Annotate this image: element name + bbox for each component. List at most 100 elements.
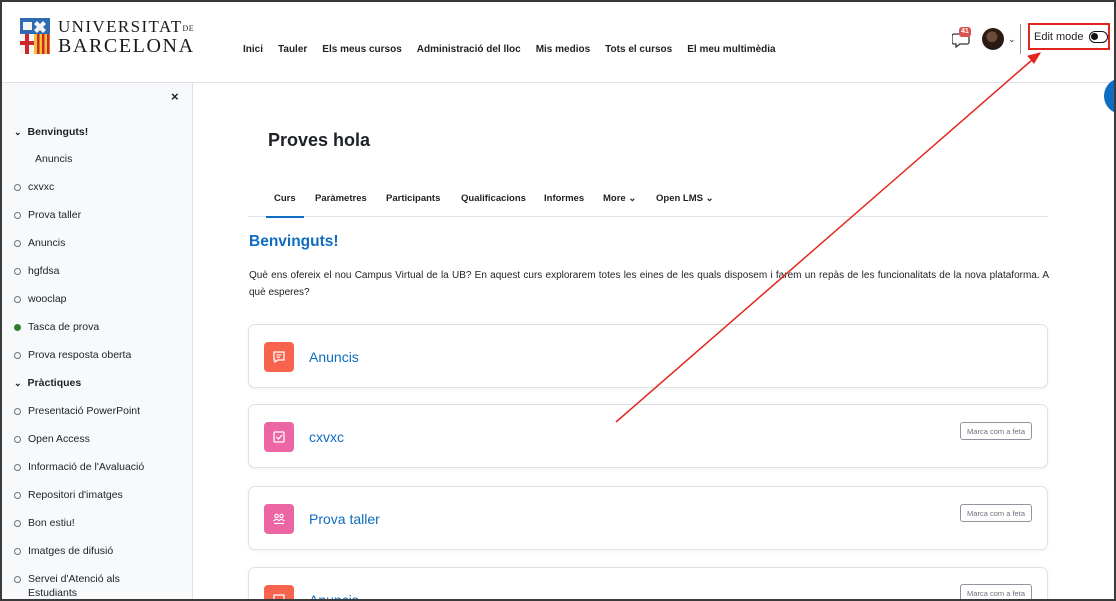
course-index-drawer: × ⌄ Benvinguts! Anuncis cxvxc Prova talle…: [2, 83, 193, 599]
edit-mode-toggle[interactable]: Edit mode: [1028, 23, 1110, 50]
tab-informes[interactable]: Informes: [544, 193, 584, 204]
sidebar-item-anuncis[interactable]: Anuncis: [35, 153, 72, 165]
incomplete-icon: [14, 183, 21, 191]
app-window: UNIVERSITATDE BARCELONA Inici Tauler Els…: [0, 0, 1116, 601]
nav-link-tauler[interactable]: Tauler: [278, 44, 307, 55]
sidebar-item-repositori[interactable]: Repositori d'imatges: [14, 489, 123, 501]
sidebar-item-label: hgfdsa: [28, 265, 60, 277]
message-count-badge: 41: [959, 27, 971, 37]
sidebar-item-label: Prova taller: [28, 209, 82, 221]
sidebar-section-label: Benvinguts!: [27, 126, 89, 138]
course-tabs: Curs Paràmetres Participants Qualificaci…: [248, 183, 1048, 218]
sidebar-item-label: Open Access: [28, 433, 90, 445]
sidebar-item-prova-resposta-oberta[interactable]: Prova resposta oberta: [14, 349, 131, 361]
sidebar-item-label: Imatges de difusió: [28, 545, 114, 557]
nav-link-my-courses[interactable]: Els meus cursos: [322, 44, 401, 55]
sidebar-item-powerpoint[interactable]: Presentació PowerPoint: [14, 405, 140, 417]
activity-link[interactable]: cxvxc: [309, 429, 344, 445]
toggle-switch[interactable]: [1088, 30, 1108, 43]
sidebar-item-open-access[interactable]: Open Access: [14, 433, 90, 445]
activity-link[interactable]: Anuncis: [309, 349, 359, 365]
university-logo[interactable]: UNIVERSITATDE BARCELONA: [20, 18, 195, 56]
brand-line2: BARCELONA: [58, 35, 195, 57]
incomplete-icon: [14, 239, 21, 247]
sidebar-item-imatges-difusio[interactable]: Imatges de difusió: [14, 545, 113, 557]
nav-link-all-courses[interactable]: Tots el cursos: [605, 44, 672, 55]
tab-open-lms[interactable]: Open LMS ⌄: [656, 193, 714, 204]
sidebar-item-prova-taller[interactable]: Prova taller: [14, 209, 81, 221]
tab-qualificacions[interactable]: Qualificacions: [461, 193, 526, 204]
sidebar-section-benvinguts[interactable]: ⌄ Benvinguts!: [14, 126, 88, 138]
activity-card: Anuncis Marca com a feta: [248, 567, 1048, 599]
tab-more[interactable]: More ⌄: [603, 193, 636, 204]
sidebar-item-avaluacio[interactable]: Informació de l'Avaluació: [14, 461, 144, 473]
sidebar-item-cxvxc[interactable]: cxvxc: [14, 181, 54, 193]
activity-card: Prova taller Marca com a feta: [248, 486, 1048, 550]
sidebar-item-wooclap[interactable]: wooclap: [14, 293, 67, 305]
sidebar-item-hgfdsa[interactable]: hgfdsa: [14, 265, 60, 277]
activity-card: Anuncis: [248, 324, 1048, 388]
incomplete-icon: [14, 491, 21, 499]
sidebar-item-bon-estiu[interactable]: Bon estiu!: [14, 517, 75, 529]
nav-divider: [1020, 24, 1021, 54]
nav-link-my-multimedia[interactable]: El meu multimèdia: [687, 44, 775, 55]
incomplete-icon: [14, 575, 21, 583]
sidebar-item-label: Informació de l'Avaluació: [28, 461, 145, 473]
sidebar-section-practiques[interactable]: ⌄ Pràctiques: [14, 377, 81, 389]
sidebar-section-label: Pràctiques: [27, 377, 82, 389]
sidebar-item-label: Prova resposta oberta: [28, 349, 132, 361]
sidebar-item-label: Anuncis: [35, 153, 73, 165]
incomplete-icon: [14, 211, 21, 219]
sidebar-item-label: Anuncis: [28, 237, 66, 249]
activity-card: cxvxc Marca com a feta: [248, 404, 1048, 468]
section-description: Què ens ofereix el nou Campus Virtual de…: [249, 270, 1049, 298]
nav-link-site-admin[interactable]: Administració del lloc: [417, 44, 521, 55]
section-title[interactable]: Benvinguts!: [249, 233, 339, 251]
mark-as-done-button[interactable]: Marca com a feta: [960, 584, 1032, 599]
chevron-down-icon[interactable]: ⌄: [14, 378, 22, 389]
tab-parametres[interactable]: Paràmetres: [315, 193, 367, 204]
brand-line1-small: DE: [182, 24, 195, 33]
sidebar-item-label: Estudiants: [28, 587, 78, 599]
sidebar-item-label: Repositori d'imatges: [28, 489, 123, 501]
forum-icon: [264, 342, 294, 372]
chevron-down-icon[interactable]: ⌄: [14, 127, 22, 138]
sidebar-item-label: wooclap: [28, 293, 67, 305]
sidebar-item-tasca-de-prova[interactable]: Tasca de prova: [14, 321, 99, 333]
edit-mode-label: Edit mode: [1034, 30, 1084, 43]
nav-link-inici[interactable]: Inici: [243, 44, 263, 55]
user-avatar[interactable]: [982, 28, 1004, 50]
mark-as-done-button[interactable]: Marca com a feta: [960, 504, 1032, 522]
incomplete-icon: [14, 463, 21, 471]
complete-icon: [14, 323, 21, 331]
tab-participants[interactable]: Participants: [386, 193, 440, 204]
tab-curs[interactable]: Curs: [266, 193, 304, 218]
close-icon[interactable]: ×: [171, 89, 179, 104]
sidebar-item-label: Servei d'Atenció als: [28, 573, 120, 585]
incomplete-icon: [14, 295, 21, 303]
chevron-down-icon[interactable]: ⌄: [1008, 34, 1016, 45]
incomplete-icon: [14, 351, 21, 359]
incomplete-icon: [14, 519, 21, 527]
incomplete-icon: [14, 267, 21, 275]
activity-link[interactable]: Prova taller: [309, 511, 380, 527]
sidebar-item-anuncis-2[interactable]: Anuncis: [14, 237, 65, 249]
activity-link[interactable]: Anuncis: [309, 592, 359, 599]
sidebar-item-continuation[interactable]: Estudiants: [28, 587, 77, 599]
incomplete-icon: [14, 407, 21, 415]
sidebar-item-label: cxvxc: [28, 181, 55, 193]
sidebar-item-servei-atencio[interactable]: Servei d'Atenció als: [14, 573, 120, 585]
messages-icon[interactable]: 41: [951, 27, 974, 49]
sidebar-item-label: Presentació PowerPoint: [28, 405, 141, 417]
top-navbar: UNIVERSITATDE BARCELONA Inici Tauler Els…: [2, 2, 1114, 83]
workshop-icon: [264, 504, 294, 534]
sidebar-item-label: Bon estiu!: [28, 517, 75, 529]
course-content: Proves hola Curs Paràmetres Participants…: [194, 83, 1114, 599]
primary-navigation: Inici Tauler Els meus cursos Administrac…: [243, 44, 791, 55]
incomplete-icon: [14, 547, 21, 555]
sidebar-item-label: Tasca de prova: [28, 321, 100, 333]
nav-link-mis-medios[interactable]: Mis medios: [536, 44, 590, 55]
forum-icon: [264, 585, 294, 599]
brand-line1: UNIVERSITAT: [58, 17, 183, 36]
mark-as-done-button[interactable]: Marca com a feta: [960, 422, 1032, 440]
